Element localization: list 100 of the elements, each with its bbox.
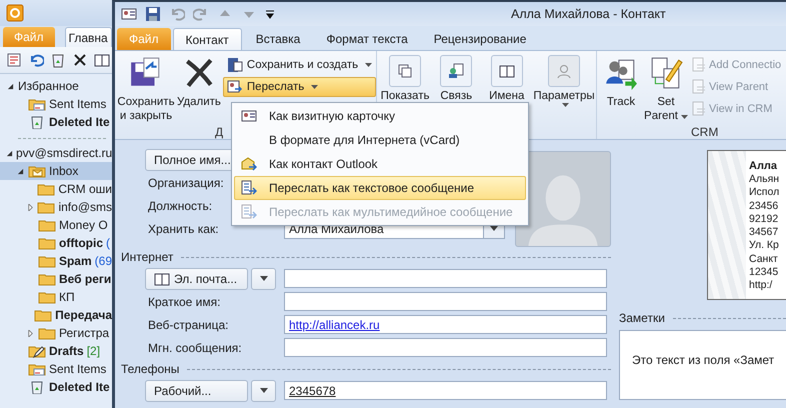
dropdown-arrow-icon — [490, 226, 498, 231]
ribbon-tab[interactable]: Формат текста — [314, 28, 420, 50]
folder-name: Веб реги — [59, 272, 112, 286]
options-button[interactable]: Параметры — [534, 54, 594, 139]
folder-icon — [38, 326, 56, 340]
document-icon — [691, 101, 707, 117]
field-type-button[interactable]: Рабочий... — [145, 380, 248, 402]
track-button[interactable]: Track — [599, 54, 643, 125]
field-label: Должность: — [147, 198, 212, 212]
inbox-folder-icon — [28, 164, 46, 178]
person-silhouette-icon — [556, 63, 572, 79]
folder-icon — [37, 182, 56, 196]
field-label: Мгн. сообщения: — [147, 340, 242, 354]
item-count: [2] — [86, 344, 100, 358]
save-and-new-button[interactable]: Сохранить и создать — [222, 55, 376, 75]
delete-icon[interactable] — [72, 52, 88, 68]
folder-item[interactable]: Deleted Ite — [0, 113, 112, 131]
folder-icon — [38, 218, 56, 232]
address-book-icon — [154, 270, 170, 286]
folder-name: Inbox — [49, 164, 78, 178]
field-type-button[interactable]: Эл. почта... — [145, 268, 248, 290]
card-line: 12345 — [749, 266, 780, 280]
folder-icon — [38, 272, 56, 286]
folder-item[interactable]: Передача — [0, 306, 112, 324]
folder-item[interactable]: info@sms — [0, 198, 112, 216]
folder-envelope-icon — [28, 362, 46, 376]
section-title: Интернет — [121, 250, 174, 264]
business-card[interactable]: Алла Альян Испол 23456 92192 34567 Ул. Кр Санкт 12345 http:/ — [707, 150, 786, 300]
menu-item[interactable]: Как визитную карточку — [234, 104, 526, 128]
folder-name: offtopic — [59, 236, 103, 250]
contact-card-icon — [241, 108, 257, 124]
folder-name: Drafts — [49, 344, 84, 358]
expanded-arrow-icon[interactable] — [7, 82, 14, 90]
folder-name: Deleted Ite — [49, 380, 110, 394]
folder-envelope-icon — [28, 97, 46, 111]
folder-name: CRM оши — [58, 182, 112, 196]
expanded-arrow-icon[interactable] — [6, 150, 13, 156]
folder-item[interactable]: Sent Items — [0, 95, 112, 113]
folder-item[interactable]: Spam (69 — [0, 252, 112, 270]
folder-icon — [38, 254, 56, 268]
folder-item[interactable]: CRM оши — [0, 180, 112, 198]
field-label: Организация: — [147, 176, 224, 190]
set-parent-button[interactable]: Set Parent — [644, 54, 688, 125]
dropdown-button[interactable] — [251, 380, 276, 402]
folder-item[interactable]: Sent Items — [0, 360, 112, 378]
card-line: 23456 — [749, 200, 780, 213]
item-count: (69 — [94, 254, 112, 268]
delete-button[interactable]: Удалить — [177, 54, 221, 125]
forward-button[interactable]: Переслать — [222, 77, 376, 97]
expanded-arrow-icon[interactable] — [17, 168, 24, 174]
input-field[interactable]: 2345678 — [284, 381, 607, 400]
forward-contact-icon — [226, 79, 243, 95]
notes-field[interactable]: Это текст из поля «Замет — [619, 330, 786, 400]
save-and-close-button[interactable]: Сохранить и закрыть — [117, 54, 175, 125]
folder-item[interactable]: Inbox — [0, 162, 112, 180]
section-title: Телефоны — [121, 362, 180, 376]
folder-item[interactable]: offtopic ( — [0, 234, 112, 252]
save-icon[interactable] — [145, 6, 161, 22]
card-line: http:/ — [749, 279, 774, 293]
ribbon-tab[interactable]: Вставка — [244, 28, 312, 50]
menu-item[interactable]: Переслать как текстовое сообщение — [234, 176, 526, 200]
section-title: Заметки — [619, 311, 665, 325]
folder-item[interactable]: Веб реги — [0, 270, 112, 288]
address-book-icon[interactable] — [94, 52, 110, 68]
undo-icon[interactable] — [28, 52, 44, 68]
card-name: Алла — [749, 159, 778, 173]
collapsed-arrow-icon[interactable] — [27, 330, 34, 336]
ribbon-tab[interactable]: Контакт — [172, 28, 242, 50]
folder-name: Deleted Ite — [49, 115, 110, 129]
input-field[interactable] — [284, 292, 607, 311]
caret-icon — [365, 63, 372, 67]
dropdown-button[interactable] — [251, 268, 276, 290]
ribbon-tab[interactable]: Рецензирование — [422, 28, 538, 50]
document-arrow-icon — [241, 180, 257, 196]
folder-item[interactable]: Deleted Ite — [0, 378, 112, 396]
dropdown-arrow-icon — [260, 388, 268, 393]
input-field[interactable] — [284, 338, 607, 357]
folder-item[interactable]: Drafts [2] — [0, 342, 112, 360]
ribbon-tab[interactable]: Главна — [64, 27, 112, 47]
group-label: Д — [215, 125, 224, 139]
folder-item[interactable]: pvv@smsdirect.ru — [0, 144, 112, 162]
dropdown-arrow-icon — [260, 276, 268, 281]
folder-item[interactable]: Money O — [0, 216, 112, 234]
input-field[interactable]: http://alliancek.ru — [284, 315, 607, 334]
recycle-bin-icon[interactable] — [50, 52, 66, 68]
folder-icon — [37, 200, 56, 214]
field-label: Краткое имя: — [147, 294, 220, 308]
folder-pencil-icon — [28, 344, 46, 358]
folder-item[interactable]: Избранное — [0, 77, 112, 95]
folder-icon — [34, 308, 52, 322]
document-icon — [691, 79, 707, 95]
folder-name: Регистра — [59, 326, 110, 340]
folder-item[interactable]: КП — [0, 288, 112, 306]
folder-name: Sent Items — [49, 97, 106, 111]
folder-item[interactable]: Регистра — [0, 324, 112, 342]
folder-name: Передача — [55, 308, 112, 322]
collapsed-arrow-icon[interactable] — [26, 204, 34, 210]
input-field[interactable] — [284, 269, 607, 288]
contact-card-icon[interactable] — [121, 6, 137, 22]
folder-name: Избранное — [18, 79, 79, 93]
